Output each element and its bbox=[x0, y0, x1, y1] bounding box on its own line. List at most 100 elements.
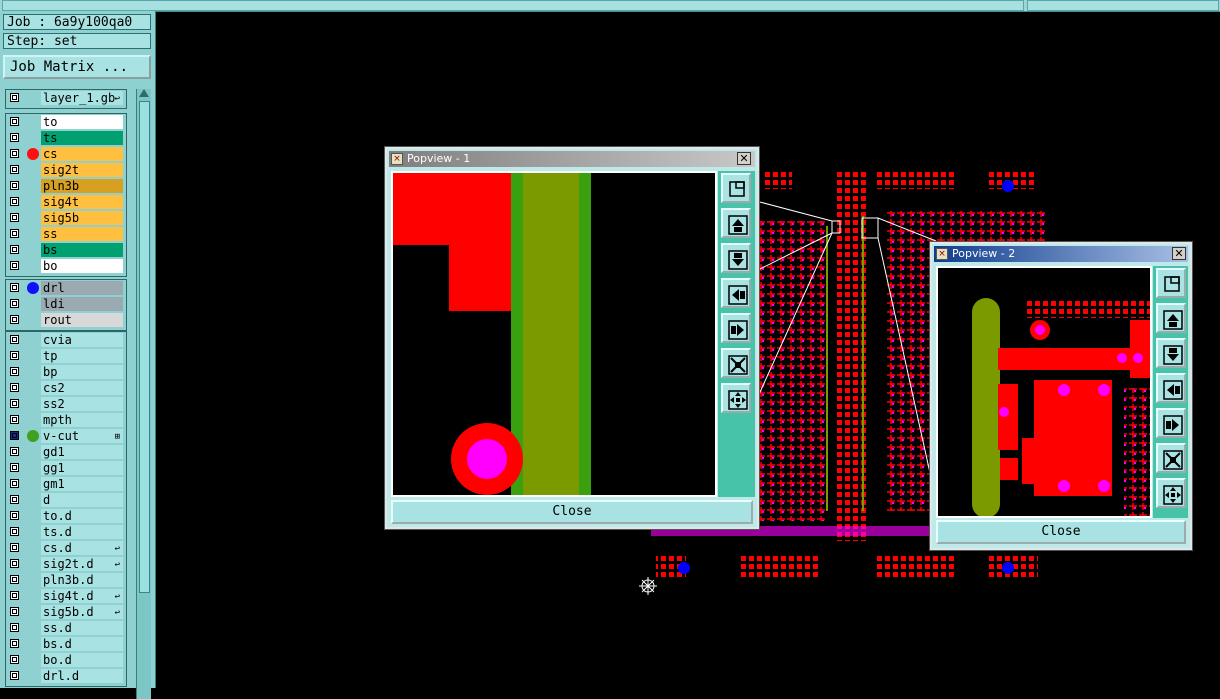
window-menu-icon[interactable]: × bbox=[936, 248, 948, 260]
layer-row-pln3b[interactable]: pln3b bbox=[6, 178, 126, 194]
layer-row-mpth[interactable]: mpth bbox=[6, 412, 126, 428]
layer-row-bs.d[interactable]: bs.d bbox=[6, 636, 126, 652]
layer-checkbox[interactable] bbox=[10, 543, 19, 552]
layer-checkbox[interactable] bbox=[10, 315, 19, 324]
layer-name[interactable]: v-cut ⊞ bbox=[41, 429, 123, 443]
layer-list-scrollbar[interactable] bbox=[136, 89, 151, 699]
pan-right-button[interactable] bbox=[1156, 408, 1186, 438]
layer-row-ts[interactable]: ts bbox=[6, 130, 126, 146]
layer-name[interactable]: gd1 bbox=[41, 445, 123, 459]
layer-row-tp[interactable]: tp bbox=[6, 348, 126, 364]
layer-name[interactable]: cvia bbox=[41, 333, 123, 347]
layer-checkbox[interactable] bbox=[10, 527, 19, 536]
layer-row-gm1[interactable]: gm1 bbox=[6, 476, 126, 492]
layer-checkbox[interactable] bbox=[10, 245, 19, 254]
layer-name[interactable]: pln3b bbox=[41, 179, 123, 193]
layer-row-ss[interactable]: ss bbox=[6, 226, 126, 242]
zoom-home-button[interactable] bbox=[1156, 268, 1186, 298]
layer-row-cs.d[interactable]: cs.d ↩ bbox=[6, 540, 126, 556]
layer-name[interactable]: tp bbox=[41, 349, 123, 363]
layer-checkbox[interactable] bbox=[10, 431, 19, 440]
layer-checkbox[interactable] bbox=[10, 165, 19, 174]
layer-row-bs[interactable]: bs bbox=[6, 242, 126, 258]
layer-name[interactable]: gm1 bbox=[41, 477, 123, 491]
job-matrix-button[interactable]: Job Matrix ... bbox=[3, 55, 151, 79]
pan-down-button[interactable] bbox=[1156, 338, 1186, 368]
layer-checkbox[interactable] bbox=[10, 655, 19, 664]
window-menu-icon[interactable]: × bbox=[391, 153, 403, 165]
layer-checkbox[interactable] bbox=[10, 559, 19, 568]
layer-name[interactable]: bp bbox=[41, 365, 123, 379]
layer-checkbox[interactable] bbox=[10, 623, 19, 632]
layer-row-sig2t.d[interactable]: sig2t.d ↩ bbox=[6, 556, 126, 572]
layer-checkbox[interactable] bbox=[10, 133, 19, 142]
layer-row-sig5b.d[interactable]: sig5b.d ↩ bbox=[6, 604, 126, 620]
layer-row-ts.d[interactable]: ts.d bbox=[6, 524, 126, 540]
layer-row-bo[interactable]: bo bbox=[6, 258, 126, 274]
layer-row-gg1[interactable]: gg1 bbox=[6, 460, 126, 476]
layer-row-ss.d[interactable]: ss.d bbox=[6, 620, 126, 636]
layer-checkbox[interactable] bbox=[10, 229, 19, 238]
layer-row-cs2[interactable]: cs2 bbox=[6, 380, 126, 396]
layer-name[interactable]: sig5b.d ↩ bbox=[41, 605, 123, 619]
popview-2-close-button[interactable]: Close bbox=[936, 520, 1186, 544]
zoom-in-button[interactable] bbox=[721, 348, 751, 378]
layer-row-pln3b.d[interactable]: pln3b.d bbox=[6, 572, 126, 588]
pan-left-button[interactable] bbox=[721, 278, 751, 308]
layer-name[interactable]: sig4t bbox=[41, 195, 123, 209]
layer-row-ss2[interactable]: ss2 bbox=[6, 396, 126, 412]
layer-name[interactable]: to.d bbox=[41, 509, 123, 523]
layer-row-d[interactable]: d bbox=[6, 492, 126, 508]
layer-name[interactable]: drl.d bbox=[41, 669, 123, 683]
pan-left-button[interactable] bbox=[1156, 373, 1186, 403]
popview-2-close-icon[interactable]: ✕ bbox=[1172, 247, 1186, 260]
layer-checkbox[interactable] bbox=[10, 671, 19, 680]
layer-checkbox[interactable] bbox=[10, 351, 19, 360]
zoom-home-button[interactable] bbox=[721, 173, 751, 203]
top-bar-field-right[interactable] bbox=[1027, 0, 1219, 11]
layer-row-sig5b[interactable]: sig5b bbox=[6, 210, 126, 226]
layer-checkbox[interactable] bbox=[10, 575, 19, 584]
layer-row-cvia[interactable]: cvia bbox=[6, 332, 126, 348]
layer-checkbox[interactable] bbox=[10, 463, 19, 472]
layer-checkbox[interactable] bbox=[10, 261, 19, 270]
popview-1-viewport[interactable] bbox=[391, 171, 717, 497]
layer-name[interactable]: cs2 bbox=[41, 381, 123, 395]
layer-checkbox[interactable] bbox=[10, 591, 19, 600]
layer-checkbox[interactable] bbox=[10, 283, 19, 292]
layer-checkbox[interactable] bbox=[10, 181, 19, 190]
layer-checkbox[interactable] bbox=[10, 511, 19, 520]
layer-row-bp[interactable]: bp bbox=[6, 364, 126, 380]
layer-row-layer_1.gb[interactable]: layer_1.gb ↩ bbox=[6, 90, 126, 106]
pan-right-button[interactable] bbox=[721, 313, 751, 343]
layer-name[interactable]: cs.d ↩ bbox=[41, 541, 123, 555]
layer-name[interactable]: ss.d bbox=[41, 621, 123, 635]
layer-checkbox[interactable] bbox=[10, 117, 19, 126]
layer-checkbox[interactable] bbox=[10, 383, 19, 392]
layer-row-sig4t[interactable]: sig4t bbox=[6, 194, 126, 210]
layer-name[interactable]: sig2t.d ↩ bbox=[41, 557, 123, 571]
pan-down-button[interactable] bbox=[721, 243, 751, 273]
layer-name[interactable]: ts bbox=[41, 131, 123, 145]
layer-name[interactable]: pln3b.d bbox=[41, 573, 123, 587]
layer-checkbox[interactable] bbox=[10, 197, 19, 206]
layer-checkbox[interactable] bbox=[10, 213, 19, 222]
layer-name[interactable]: ss2 bbox=[41, 397, 123, 411]
pan-up-button[interactable] bbox=[1156, 303, 1186, 333]
layer-checkbox[interactable] bbox=[10, 607, 19, 616]
layer-name[interactable]: bo.d bbox=[41, 653, 123, 667]
layer-name[interactable]: ldi bbox=[41, 297, 123, 311]
layer-checkbox[interactable] bbox=[10, 447, 19, 456]
layer-name[interactable]: rout bbox=[41, 313, 123, 327]
zoom-out-button[interactable] bbox=[721, 383, 751, 413]
layer-row-drl[interactable]: drl bbox=[6, 280, 126, 296]
layer-checkbox[interactable] bbox=[10, 479, 19, 488]
popview-1-close-icon[interactable]: ✕ bbox=[737, 152, 751, 165]
layer-row-v-cut[interactable]: v-cut ⊞ bbox=[6, 428, 126, 444]
popview-1-close-button[interactable]: Close bbox=[391, 500, 753, 524]
layer-checkbox[interactable] bbox=[10, 299, 19, 308]
layer-row-ldi[interactable]: ldi bbox=[6, 296, 126, 312]
popview-2-titlebar[interactable]: × Popview - 2 bbox=[934, 246, 1188, 262]
layer-name[interactable]: drl bbox=[41, 281, 123, 295]
graphics-canvas[interactable]: × Popview - 1 ✕ Close × Popview - 2 ✕ Cl… bbox=[156, 11, 1220, 688]
